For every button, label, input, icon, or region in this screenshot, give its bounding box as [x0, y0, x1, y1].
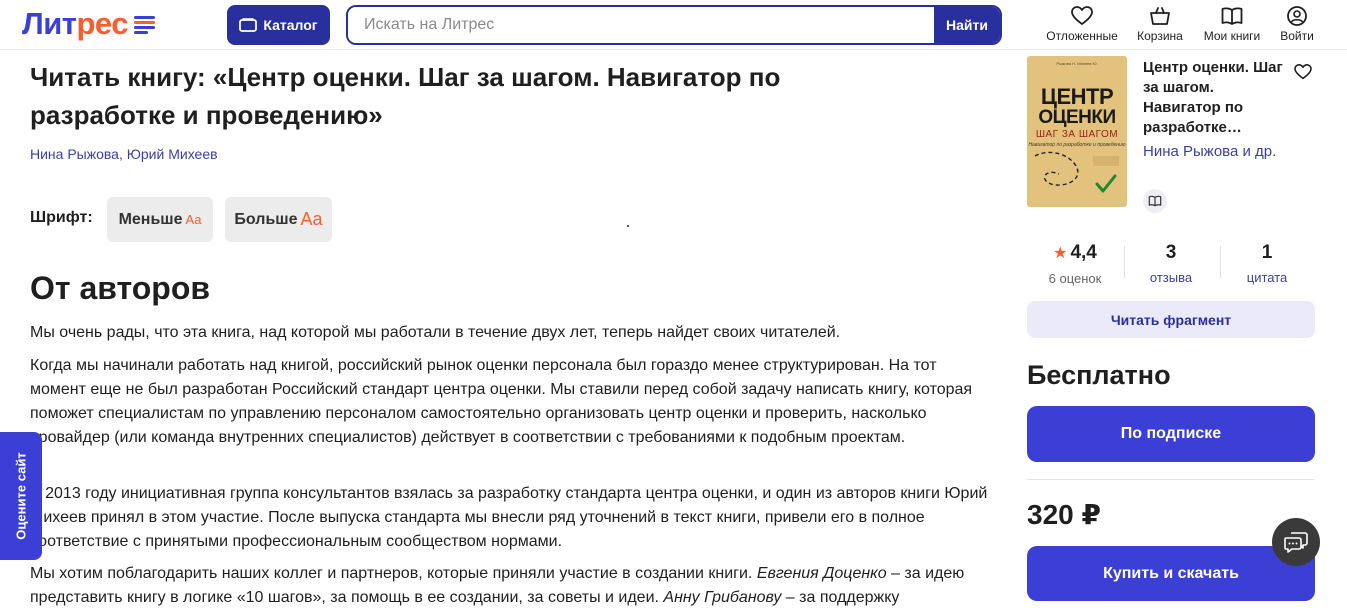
- person-name: Анну Грибанову: [663, 589, 782, 606]
- nav-login-label: Войти: [1280, 29, 1314, 43]
- rating-stat: ★ 4,4 6 оценок: [1032, 242, 1118, 286]
- open-book-icon: [1221, 7, 1243, 25]
- cover-dashed-path-art: [1034, 151, 1119, 193]
- chat-bubble-icon: [1284, 532, 1308, 553]
- sidebar-divider: [1027, 479, 1315, 480]
- paragraph-1: Мы очень рады, что эта книга, над которо…: [30, 324, 841, 341]
- rating-count: 6 оценок: [1048, 271, 1102, 286]
- nav-deferred[interactable]: Отложенные: [1044, 6, 1120, 46]
- sidebar-authors[interactable]: Нина Рыжова и др.: [1143, 142, 1283, 162]
- buy-and-download-button[interactable]: Купить и скачать: [1027, 546, 1315, 601]
- search-input[interactable]: [348, 7, 934, 43]
- search-bar: Найти: [346, 5, 1002, 45]
- stat-divider: [1220, 246, 1221, 278]
- sidebar-book-title[interactable]: Центр оценки. Шаг за шагом. Навигатор по…: [1143, 58, 1288, 138]
- author-separator: ,: [118, 146, 127, 162]
- paragraph-4: Мы хотим поблагодарить наших коллег и па…: [30, 565, 965, 606]
- rate-site-label: Оцените сайт: [13, 452, 29, 540]
- stray-dot: [627, 225, 629, 227]
- font-larger-label: Больше: [234, 210, 298, 228]
- free-label: Бесплатно: [1027, 360, 1171, 390]
- subscribe-button[interactable]: По подписке: [1027, 406, 1315, 462]
- nav-cart[interactable]: Корзина: [1134, 6, 1186, 46]
- rating-value: 4,4: [1070, 242, 1097, 263]
- font-larger-button[interactable]: Больше Aa: [225, 197, 332, 242]
- user-icon: [1287, 6, 1307, 26]
- reviews-label: отзыва: [1149, 270, 1193, 285]
- chat-button[interactable]: [1272, 518, 1320, 566]
- quotes-label: цитата: [1246, 270, 1288, 285]
- reviews-stat[interactable]: 3 отзыва: [1128, 242, 1214, 285]
- heart-icon: [1294, 63, 1312, 79]
- font-label: Шрифт:: [30, 209, 93, 226]
- logo-text: Литрес: [22, 6, 129, 41]
- heart-icon: [1071, 6, 1093, 25]
- font-smaller-button[interactable]: Меньше Aa: [107, 197, 213, 242]
- price: 320 ₽: [1027, 499, 1101, 530]
- logo-bars-icon: [134, 15, 156, 34]
- font-glyph-small-icon: Aa: [185, 212, 202, 227]
- nav-cart-label: Корзина: [1137, 29, 1183, 43]
- site-header: Литрес Каталог Найти Отложенные Корзина …: [0, 0, 1347, 50]
- font-glyph-large-icon: Aa: [300, 209, 323, 229]
- quotes-stat[interactable]: 1 цитата: [1224, 242, 1310, 285]
- star-icon: ★: [1053, 245, 1068, 262]
- nav-my-books-label: Мои книги: [1203, 29, 1261, 43]
- person-name: Евгения Доценко: [756, 565, 887, 582]
- paragraph-2: Когда мы начинали работать над книгой, р…: [30, 357, 973, 446]
- authors-line: Нина Рыжова, Юрий Михеев: [30, 146, 218, 162]
- stat-divider: [1124, 246, 1125, 278]
- basket-icon: [1150, 7, 1170, 25]
- search-button[interactable]: Найти: [934, 7, 1000, 43]
- section-heading: От авторов: [30, 270, 211, 306]
- nav-deferred-label: Отложенные: [1046, 29, 1118, 43]
- nav-my-books[interactable]: Мои книги: [1200, 6, 1264, 46]
- page-title: Читать книгу: «Центр оценки. Шаг за шаго…: [30, 62, 781, 130]
- book-cover[interactable]: Рыжова Н. Михеев Ю. ЦЕНТР ОЦЕНКИ ШАГ ЗА …: [1027, 56, 1127, 207]
- catalog-icon: [239, 18, 258, 32]
- quotes-value: 1: [1261, 242, 1273, 263]
- catalog-button[interactable]: Каталог: [227, 5, 330, 45]
- font-smaller-label: Меньше: [118, 210, 183, 228]
- rate-site-tab[interactable]: Оцените сайт: [0, 432, 42, 560]
- nav-login[interactable]: Войти: [1276, 6, 1318, 46]
- reviews-value: 3: [1165, 242, 1177, 263]
- litres-logo[interactable]: Литрес: [22, 6, 156, 42]
- read-fragment-button[interactable]: Читать фрагмент: [1027, 301, 1315, 338]
- ebook-format-icon: [1143, 189, 1167, 213]
- catalog-label: Каталог: [263, 17, 318, 33]
- author-link[interactable]: Нина Рыжова: [30, 146, 119, 162]
- author-link[interactable]: Юрий Михеев: [127, 146, 218, 162]
- paragraph-3: В 2013 году инициативная группа консульт…: [30, 485, 988, 550]
- add-to-favorites-button[interactable]: [1290, 62, 1316, 84]
